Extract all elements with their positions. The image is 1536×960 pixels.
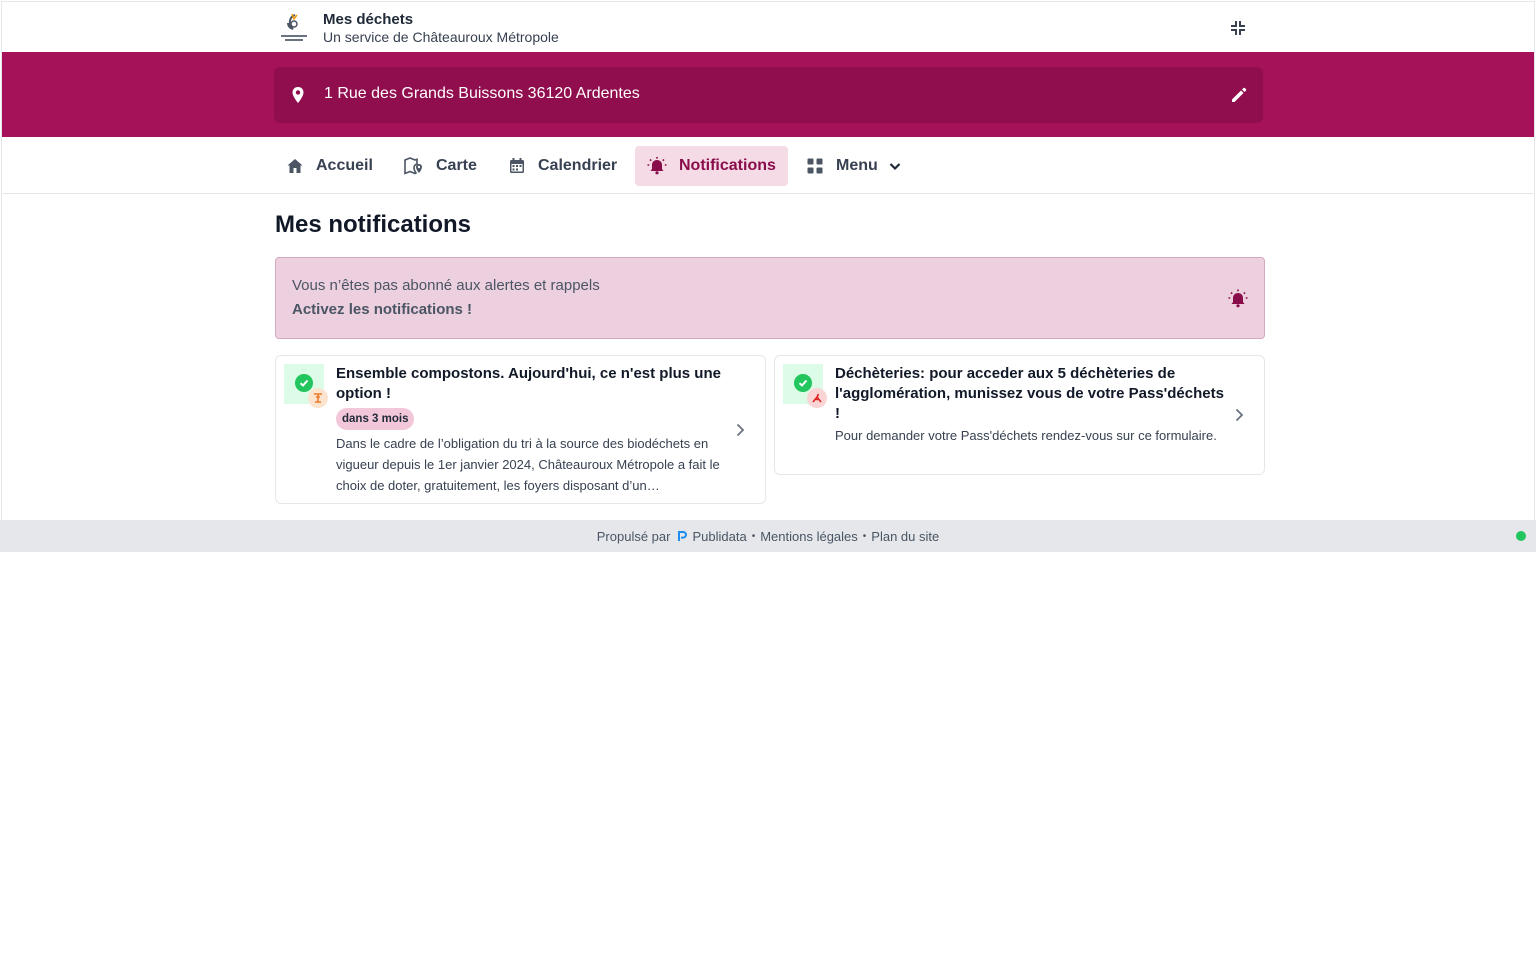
nav-item-notifications[interactable]: Notifications [635,146,788,186]
footer-links: Propulsé par Publidata • Mentions légale… [0,520,1536,552]
grid-icon [807,158,823,174]
powered-by-label: Propulsé par [596,528,671,544]
address-band: 1 Rue des Grands Buissons 36120 Ardentes [2,52,1534,137]
pencil-icon[interactable] [1229,85,1249,105]
app-subtitle: Un service de Châteauroux Métropole [323,29,559,45]
bell-alert-icon [647,157,667,175]
card-description: Pour demander votre Pass'déchets rendez-… [835,428,1217,443]
footer: Propulsé par Publidata • Mentions légale… [0,520,1536,552]
check-circle-icon [794,374,812,392]
compost-icon [308,388,328,408]
notification-card[interactable]: Ensemble compostons. Aujourd'hui, ce n'e… [275,355,766,504]
sitemap-link[interactable]: Plan du site [871,529,939,544]
main-nav: Accueil Carte Calendrier Notifications M… [2,137,1534,194]
address-selector[interactable]: 1 Rue des Grands Buissons 36120 Ardentes [274,67,1263,123]
card-status-icon [284,364,328,408]
app-header: Mes déchets Un service de Châteauroux Mé… [2,2,1534,52]
card-description: Dans le cadre de l’obligation du tri à l… [336,436,720,493]
chevron-right-icon [1235,408,1244,422]
nav-label-notifications: Notifications [679,157,776,174]
app-frame: Mes déchets Un service de Châteauroux Mé… [1,1,1535,521]
calendar-icon [510,158,524,173]
address-text: 1 Rue des Grands Buissons 36120 Ardentes [324,85,640,102]
nav-item-accueil[interactable]: Accueil [274,146,385,186]
nav-item-menu[interactable]: Menu [794,146,914,186]
map-pin-icon [292,87,304,103]
notification-card[interactable]: Déchèteries: pour acceder aux 5 déchèter… [774,355,1265,475]
status-indicator [1516,531,1526,541]
notifications-alert[interactable]: Vous n’êtes pas abonné aux alertes et ra… [275,257,1265,339]
publidata-label: Publidata [692,528,747,544]
alert-message: Vous n’êtes pas abonné aux alertes et ra… [292,277,600,294]
home-icon [287,159,303,173]
nav-label-carte: Carte [436,157,477,174]
chevron-down-icon [889,163,901,171]
alert-action[interactable]: Activez les notifications ! [292,301,472,318]
collapse-icon [1231,21,1245,35]
chateauroux-metropole-logo [281,13,307,41]
nav-label-calendrier: Calendrier [538,157,618,174]
card-status-icon [783,364,827,408]
date-badge: dans 3 mois [336,408,415,430]
footer-separator: • [862,530,867,542]
page-title: Mes notifications [275,211,472,238]
nav-label-accueil: Accueil [316,157,373,174]
publidata-link[interactable]: Publidata [676,528,747,544]
chevron-right-icon [736,423,745,437]
check-circle-icon [295,374,313,392]
collapse-button[interactable] [1226,16,1250,40]
footer-separator: • [751,530,756,542]
card-title: Ensemble compostons. Aujourd'hui, ce n'e… [336,365,721,402]
recycling-center-icon [807,388,827,408]
app-title: Mes déchets [323,11,414,28]
nav-label-menu: Menu [836,157,878,174]
nav-item-carte[interactable]: Carte [392,146,489,186]
card-title: Déchèteries: pour acceder aux 5 déchèter… [835,365,1224,422]
bell-alert-icon [1228,289,1248,308]
nav-item-calendrier[interactable]: Calendrier [496,146,629,186]
map-marker-icon [404,157,422,175]
legal-link[interactable]: Mentions légales [760,529,858,544]
publidata-logo-icon [678,531,688,541]
